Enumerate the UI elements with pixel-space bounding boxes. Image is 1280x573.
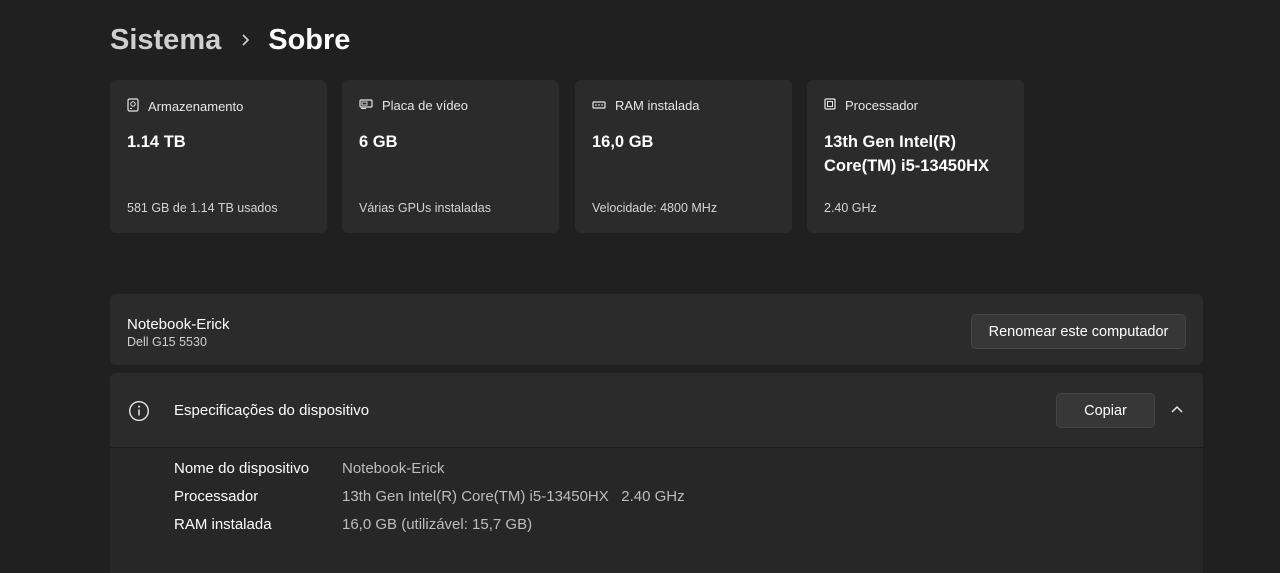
page-title: Sobre <box>268 23 351 56</box>
device-specs-panel: Especificações do dispositivo Copiar Nom… <box>110 373 1203 573</box>
card-value: 13th Gen Intel(R) Core(TM) i5-13450HX <box>824 133 990 175</box>
spec-row-processor: Processador 13th Gen Intel(R) Core(TM) i… <box>174 488 685 505</box>
copy-button[interactable]: Copiar <box>1056 393 1155 428</box>
card-detail: 581 GB de 1.14 TB usados <box>127 201 278 215</box>
spec-value[interactable]: Notebook-Erick <box>342 460 445 477</box>
breadcrumb: Sistema Sobre <box>110 20 350 60</box>
card-ram[interactable]: RAM instalada 16,0 GB Velocidade: 4800 M… <box>575 80 792 233</box>
card-title: Placa de vídeo <box>382 98 469 113</box>
spec-row-device-name: Nome do dispositivo Notebook-Erick <box>174 460 445 477</box>
card-processor[interactable]: Processador 13th Gen Intel(R) Core(TM) i… <box>807 80 1024 233</box>
spec-label: RAM instalada <box>174 516 272 533</box>
card-detail: Velocidade: 4800 MHz <box>592 201 718 215</box>
card-storage[interactable]: Armazenamento 1.14 TB 581 GB de 1.14 TB … <box>110 80 327 233</box>
info-icon <box>128 400 150 427</box>
ram-icon <box>592 98 615 113</box>
card-title: Armazenamento <box>148 99 244 114</box>
card-title: Processador <box>845 98 918 113</box>
device-model: Dell G15 5530 <box>127 335 207 349</box>
chevron-up-icon[interactable] <box>1169 401 1185 422</box>
device-name: Notebook-Erick <box>127 316 230 333</box>
spec-label: Nome do dispositivo <box>174 460 310 477</box>
device-specs-header[interactable]: Especificações do dispositivo Copiar <box>110 373 1203 448</box>
device-specs-title: Especificações do dispositivo <box>174 402 370 419</box>
card-value: 6 GB <box>359 133 398 151</box>
gpu-icon <box>359 98 382 113</box>
processor-icon <box>824 98 845 113</box>
card-gpu[interactable]: Placa de vídeo 6 GB Várias GPUs instalad… <box>342 80 559 233</box>
device-name-panel: Notebook-Erick Dell G15 5530 Renomear es… <box>110 294 1203 365</box>
card-title: RAM instalada <box>615 98 700 113</box>
card-detail: Várias GPUs instaladas <box>359 201 492 215</box>
breadcrumb-sistema[interactable]: Sistema <box>110 24 221 57</box>
card-value: 16,0 GB <box>592 133 654 151</box>
spec-row-ram: RAM instalada 16,0 GB (utilizável: 15,7 … <box>174 516 532 533</box>
chevron-right-icon <box>240 33 250 47</box>
card-detail: 2.40 GHz <box>824 201 877 215</box>
card-value: 1.14 TB <box>127 133 186 151</box>
spec-value[interactable]: 16,0 GB (utilizável: 15,7 GB) <box>342 516 532 533</box>
rename-computer-button[interactable]: Renomear este computador <box>971 314 1186 349</box>
spec-label: Processador <box>174 488 259 505</box>
spec-value[interactable]: 13th Gen Intel(R) Core(TM) i5-13450HX 2.… <box>342 488 685 505</box>
storage-icon <box>127 98 148 115</box>
